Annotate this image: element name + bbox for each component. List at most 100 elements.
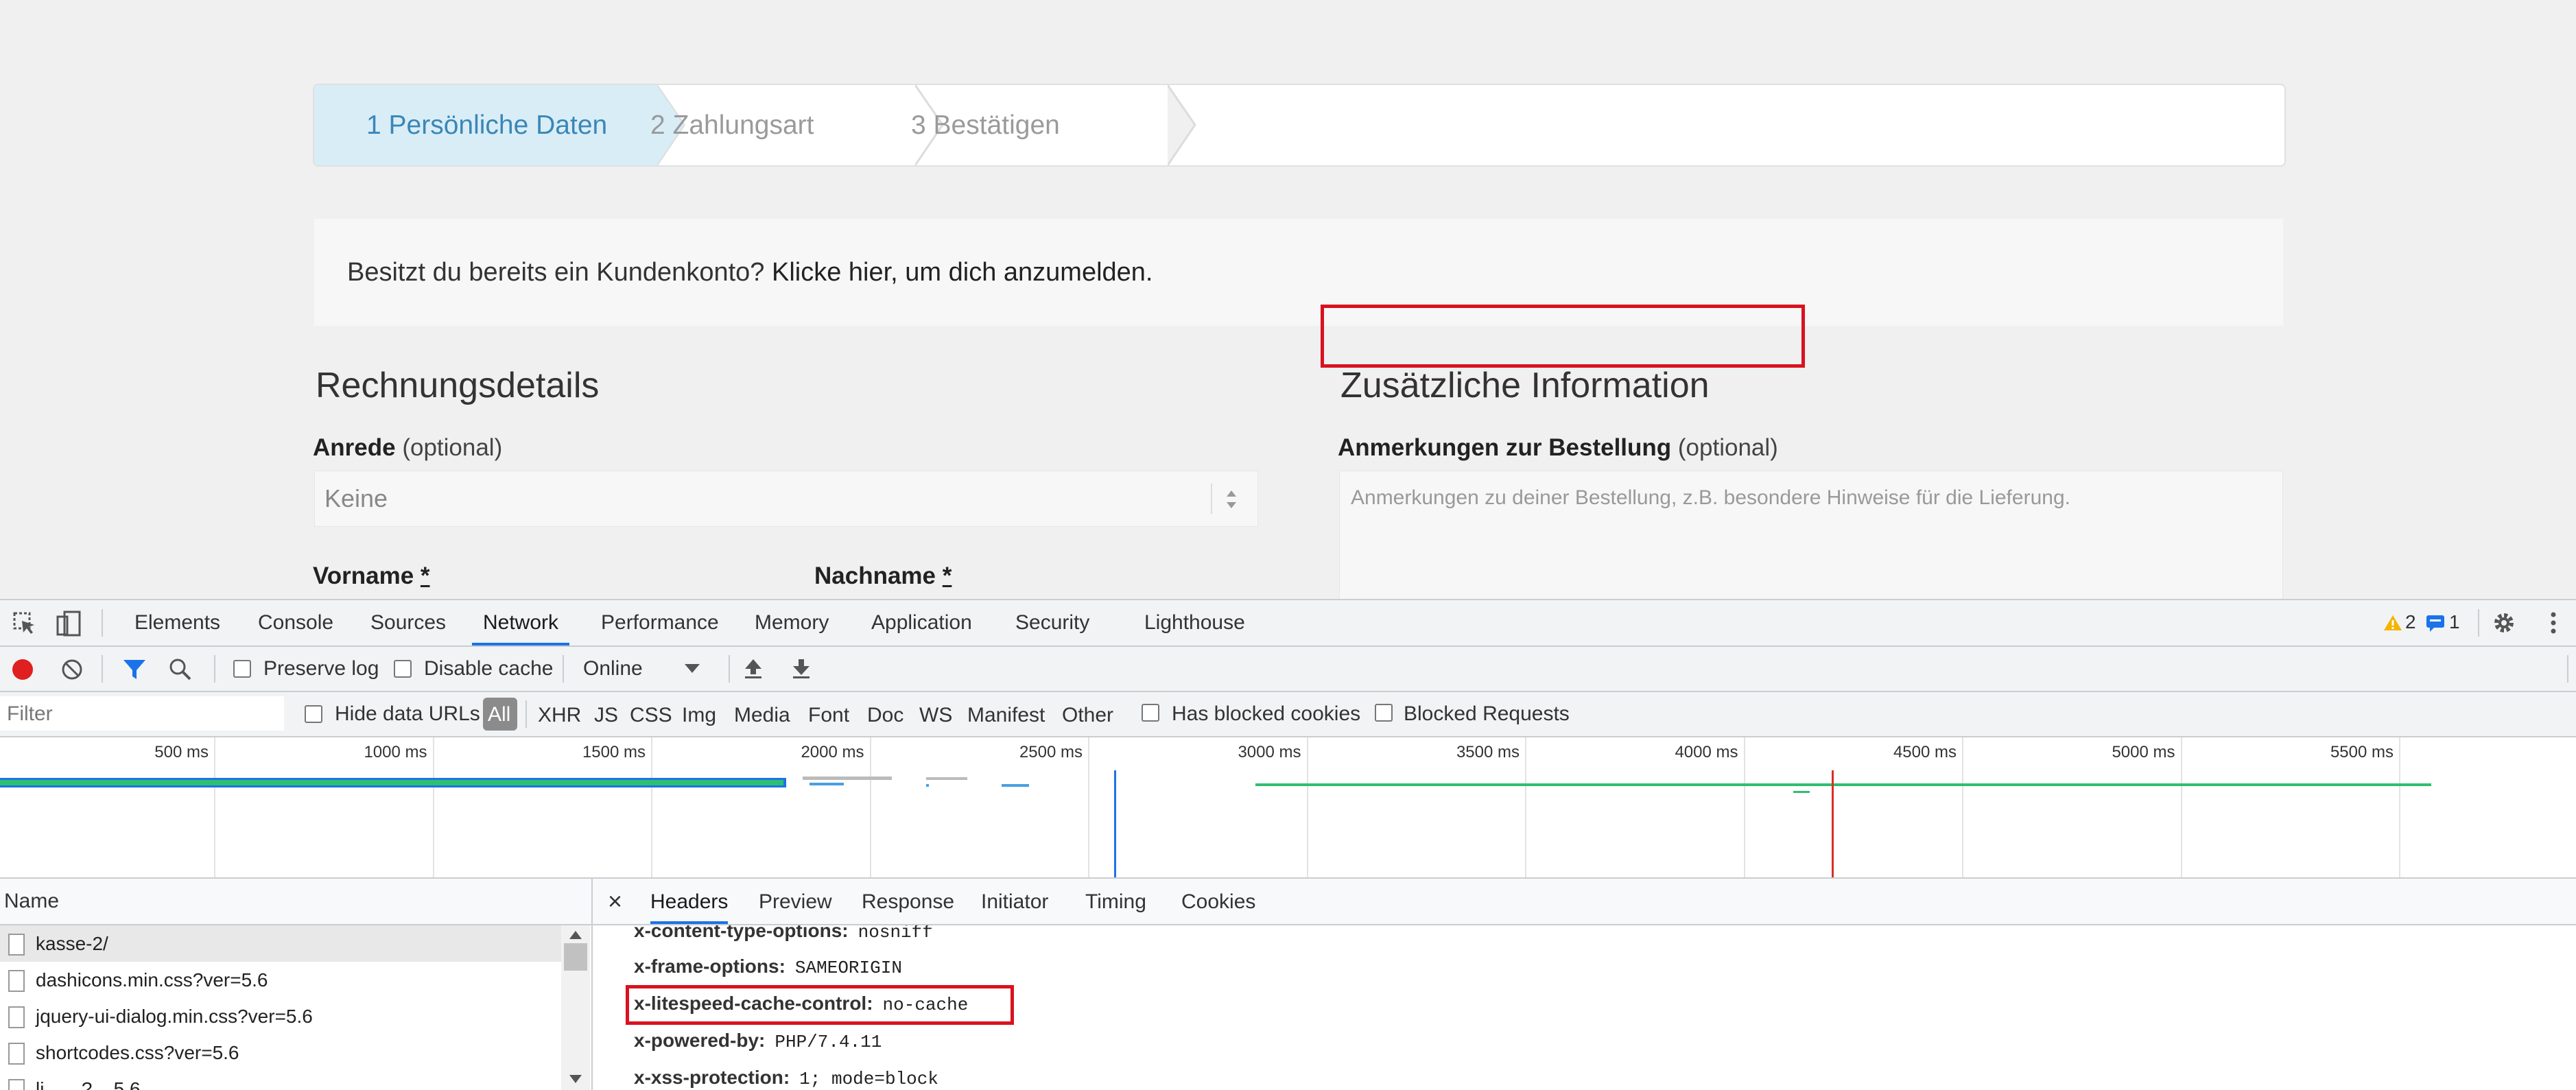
request-row[interactable]: kasse-2/ [0,925,561,962]
tab-response[interactable]: Response [862,890,954,914]
filter-type-img[interactable]: Img [682,704,716,727]
filter-type-js[interactable]: JS [594,704,618,727]
scroll-up-icon[interactable] [569,931,582,939]
filter-type-media[interactable]: Media [734,704,790,727]
step-payment[interactable]: 2 Zahlungsart [650,85,890,165]
disable-cache-checkbox[interactable] [394,660,412,678]
separator [563,655,564,683]
import-har-icon[interactable] [741,656,766,681]
timeline-tick-label: 4000 ms [1675,743,1738,761]
dom-content-loaded-line [1114,770,1116,877]
tab-elements[interactable]: Elements [134,600,220,645]
separator [102,609,103,637]
select-arrows-icon [1227,490,1236,508]
tab-application[interactable]: Application [871,600,972,645]
has-blocked-cookies-checkbox[interactable] [1142,704,1159,722]
login-notice: Besitzt du bereits ein Kundenkonto? Klic… [314,219,2283,326]
more-options-icon[interactable] [2548,611,2559,635]
record-icon[interactable] [11,658,34,681]
separator [214,655,215,683]
devtools-tabbar: Elements Console Sources Network Perform… [0,600,2576,647]
timeline-tick-label: 1000 ms [364,743,427,761]
tab-network[interactable]: Network [472,600,570,645]
name-column-header[interactable]: Name [0,879,591,925]
inspect-element-icon[interactable] [12,611,37,636]
timeline-gridline [214,737,215,877]
timeline-gridline [1088,737,1089,877]
filter-type-other[interactable]: Other [1062,704,1113,727]
export-har-icon[interactable] [789,656,814,681]
tab-security[interactable]: Security [1015,600,1089,645]
network-overview-timeline[interactable]: 500 ms 1000 ms 1500 ms 2000 ms 2500 ms 3000 m… [0,737,2576,879]
request-details: × Headers Preview Response Initiator Tim… [593,879,2576,1090]
timeline-tick-label: 5500 ms [2330,743,2394,761]
warning-icon[interactable] [2383,614,2402,632]
checkout-steps: 1 Persönliche Daten 2 Zahlungsart 3 Best… [313,84,2286,167]
tab-sources[interactable]: Sources [370,600,446,645]
timeline-tick-label: 2500 ms [1019,743,1083,761]
tab-memory[interactable]: Memory [755,600,829,645]
step-chevron [1168,85,1196,165]
close-icon[interactable]: × [608,887,622,916]
throttle-value: Online [583,657,643,680]
filter-input[interactable]: Filter [0,696,284,731]
hide-data-urls-checkbox[interactable] [305,705,322,723]
tab-preview[interactable]: Preview [759,890,832,914]
request-row[interactable]: shortcodes.css?ver=5.6 [0,1034,561,1071]
step-personal-data[interactable]: 1 Persönliche Daten [314,85,657,165]
filter-type-manifest[interactable]: Manifest [967,704,1045,727]
tab-console[interactable]: Console [258,600,333,645]
throttle-select[interactable]: Online [582,652,708,685]
network-details-area: Name kasse-2/ dashicons.min.css?ver=5.6 … [0,879,2576,1090]
tab-initiator[interactable]: Initiator [981,890,1048,914]
request-row[interactable]: dashicons.min.css?ver=5.6 [0,962,561,998]
gear-icon[interactable] [2492,611,2516,635]
timeline-gridline [1962,737,1963,877]
filter-type-font[interactable]: Font [808,704,849,727]
filter-type-css[interactable]: CSS [630,704,672,727]
tab-performance[interactable]: Performance [601,600,719,645]
salutation-select[interactable]: Keine [314,471,1258,527]
device-toolbar-icon[interactable] [55,610,82,637]
login-link[interactable]: Klicke hier, um dich anzumelden. [772,258,1153,287]
timeline-bar-green [0,780,783,785]
timeline-tick-label: 5000 ms [2112,743,2175,761]
billing-title: Rechnungsdetails [316,366,600,405]
timeline-bar-green-small [1793,791,1810,793]
network-toolbar: Preserve log Disable cache Online [0,647,2576,692]
filter-icon[interactable] [122,658,147,681]
timeline-bar-gray [803,777,892,780]
scroll-down-icon[interactable] [569,1075,582,1083]
timeline-gridline [1525,737,1526,877]
message-icon[interactable] [2426,614,2445,632]
order-notes-placeholder: Anmerkungen zu deiner Bestellung, z.B. b… [1351,486,2070,509]
filter-type-ws[interactable]: WS [919,704,952,727]
filter-type-all[interactable]: All [483,698,517,731]
clear-icon[interactable] [60,658,84,681]
timeline-tick-label: 1500 ms [582,743,646,761]
salutation-value: Keine [324,484,388,512]
separator [729,655,730,683]
load-event-line [1832,770,1834,877]
blocked-requests-label: Blocked Requests [1404,702,1570,725]
preserve-log-checkbox[interactable] [233,660,251,678]
timeline-dot [926,784,929,787]
step-confirm[interactable]: 3 Bestätigen [911,85,1172,165]
timeline-bar-green-long [1255,783,2431,786]
tab-timing[interactable]: Timing [1085,890,1146,914]
timeline-gridline [2399,737,2400,877]
filter-type-xhr[interactable]: XHR [538,704,581,727]
blocked-requests-checkbox[interactable] [1375,704,1393,722]
tab-lighthouse[interactable]: Lighthouse [1144,600,1245,645]
tab-cookies[interactable]: Cookies [1181,890,1255,914]
request-row[interactable]: li... ...?... 5.6 [0,1071,561,1090]
tab-headers[interactable]: Headers [650,890,729,924]
filter-type-doc[interactable]: Doc [867,704,903,727]
lastname-label: Nachname * [814,562,952,589]
order-notes-textarea[interactable]: Anmerkungen zu deiner Bestellung, z.B. b… [1339,471,2283,599]
timeline-tick-label: 500 ms [154,743,209,761]
request-row[interactable]: jquery-ui-dialog.min.css?ver=5.6 [0,998,561,1034]
request-list-scrollbar[interactable] [561,925,590,1090]
search-icon[interactable] [169,658,192,681]
scrollbar-thumb[interactable] [564,943,587,971]
